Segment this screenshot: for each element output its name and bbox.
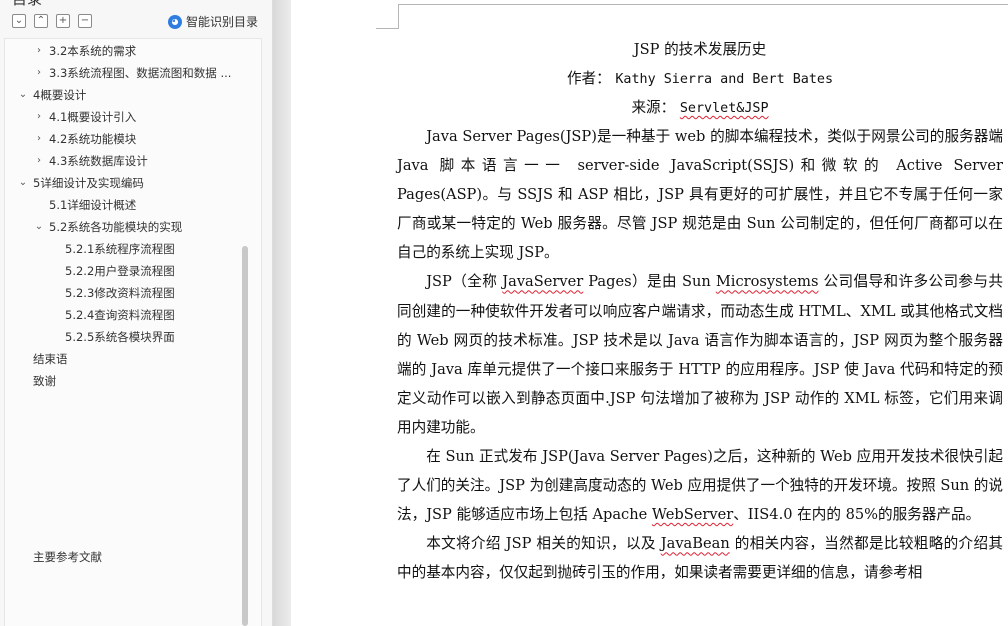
toc-item-label: 4概要设计 [33,88,87,102]
toc-item[interactable]: 结束语 [33,348,68,370]
toc-item-label: 3.2本系统的需求 [49,44,137,58]
toc-title: 目录 [12,0,42,9]
text-run: 、IIS4.0 在内的 85%的服务器产品。 [733,506,981,524]
spell-flag: JavaBean [660,535,730,553]
toc-item[interactable]: 致谢 [33,370,56,392]
toc-item-label: 5.2.1系统程序流程图 [65,242,175,256]
toc-item-label: 5.2.5系统各模块界面 [65,330,175,344]
chevron-right-icon[interactable]: › [33,40,45,62]
paragraph-3: 在 Sun 正式发布 JSP(Java Server Pages)之后，这种新的… [397,442,1003,529]
chevron-down-icon[interactable]: ⌄ [33,216,45,238]
toc-item-label: 5.2.2用户登录流程图 [65,264,175,278]
text-run: 公司倡导和许多公司参与共同创建的一种使软件开发者可以响应客户端请求，而动态生成 … [397,273,1004,436]
toc-item[interactable]: ⌄ 4概要设计 [17,84,87,106]
toc-pane: 目录 ⌄ ⌃ + − ◕ 智能识别目录 › 3.2本系统的需求 › 3.3系统流程图… [0,0,273,626]
toc-item[interactable]: › 4.2系统功能模块 [33,128,136,150]
toc-item[interactable]: 5.2.1系统程序流程图 [65,238,175,260]
toc-item[interactable]: › 3.2本系统的需求 [33,40,136,62]
toc-item-label: 致谢 [33,374,56,388]
toc-item[interactable]: 5.2.4查询资料流程图 [65,304,175,326]
doc-source-line: 来源： Servlet&JSP [397,93,1003,122]
toc-item-label: 3.3系统流程图、数据流图和数据 ... [49,66,232,80]
toc-item[interactable]: 5.1详细设计概述 [49,194,136,216]
source-label: 来源： [631,99,676,116]
toc-item[interactable]: 5.2.2用户登录流程图 [65,260,175,282]
toc-item[interactable]: 主要参考文献 [33,546,102,568]
spell-flag: JavaServer [502,273,584,291]
spell-flag: WebServer [651,506,734,524]
toc-item-label: 4.2系统功能模块 [49,132,137,146]
source-name: Servlet&JSP [679,101,769,116]
chevron-right-icon[interactable]: › [33,150,45,172]
chevron-down-icon[interactable]: ⌄ [17,172,29,194]
text-run: Pages）是由 Sun [583,273,716,291]
spell-flag: Microsystems [715,273,819,291]
toc-item-label: 4.3系统数据库设计 [49,154,148,168]
margin-mark [398,4,399,28]
chevron-down-icon[interactable]: ⌄ [17,84,29,106]
smart-toc-button[interactable]: ◕ 智能识别目录 [167,13,258,30]
author-name: Kathy Sierra and Bert Bates [615,72,834,87]
toc-item[interactable]: 5.2.5系统各模块界面 [65,326,175,348]
toc-item-label: 5.2.3修改资料流程图 [65,286,175,300]
document-body: JSP 的技术发展历史 作者： Kathy Sierra and Bert Ba… [397,35,1003,588]
add-icon[interactable]: + [56,14,70,28]
doc-author-line: 作者： Kathy Sierra and Bert Bates [397,64,1003,93]
text-run: JSP（全称 [426,273,503,291]
toc-item-label: 5.2系统各功能模块的实现 [49,220,183,234]
toc-item[interactable]: › 4.3系统数据库设计 [33,150,148,172]
remove-icon[interactable]: − [78,14,92,28]
toc-item-label: 4.1概要设计引入 [49,110,137,124]
toc-toolbar: ⌄ ⌃ + − [12,14,92,30]
margin-mark [376,28,399,29]
expand-up-icon[interactable]: ⌃ [34,14,48,28]
page-shadow [273,0,291,626]
chevron-right-icon[interactable]: › [33,106,45,128]
toc-item-label: 5.1详细设计概述 [49,198,137,212]
toc-item-label: 主要参考文献 [33,550,102,564]
smart-toc-icon: ◕ [167,14,182,29]
toc-tree: › 3.2本系统的需求 › 3.3系统流程图、数据流图和数据 ... ⌄ 4概要设计 … [4,38,262,626]
toc-item[interactable]: ⌄ 5.2系统各功能模块的实现 [33,216,183,238]
toc-item[interactable]: › 4.1概要设计引入 [33,106,136,128]
toc-item[interactable]: 5.2.3修改资料流程图 [65,282,175,304]
toc-item[interactable]: › 3.3系统流程图、数据流图和数据 ... [33,62,231,84]
toc-scrollbar-thumb[interactable] [242,246,248,626]
toc-item-label: 结束语 [33,352,68,366]
toc-item[interactable]: ⌄ 5详细设计及实现编码 [17,172,144,194]
margin-mark [398,4,1008,5]
paragraph-4: 本文将介绍 JSP 相关的知识，以及 JavaBean 的相关内容，当然都是比较… [397,529,1003,587]
chevron-right-icon[interactable]: › [33,62,45,84]
paragraph-1: Java Server Pages(JSP)是一种基于 web 的脚本编程技术，… [397,128,1003,262]
toc-item-label: 5详细设计及实现编码 [33,176,144,190]
doc-title: JSP 的技术发展历史 [633,41,767,58]
chevron-right-icon[interactable]: › [33,128,45,150]
toc-item-label: 5.2.4查询资料流程图 [65,308,175,322]
paragraph-2: JSP（全称 JavaServer Pages）是由 Sun Microsyst… [397,267,1003,442]
smart-toc-label: 智能识别目录 [185,15,258,29]
text-run: 本文将介绍 JSP 相关的知识，以及 [426,535,661,553]
author-label: 作者： [566,70,611,87]
collapse-all-icon[interactable]: ⌄ [12,14,26,28]
